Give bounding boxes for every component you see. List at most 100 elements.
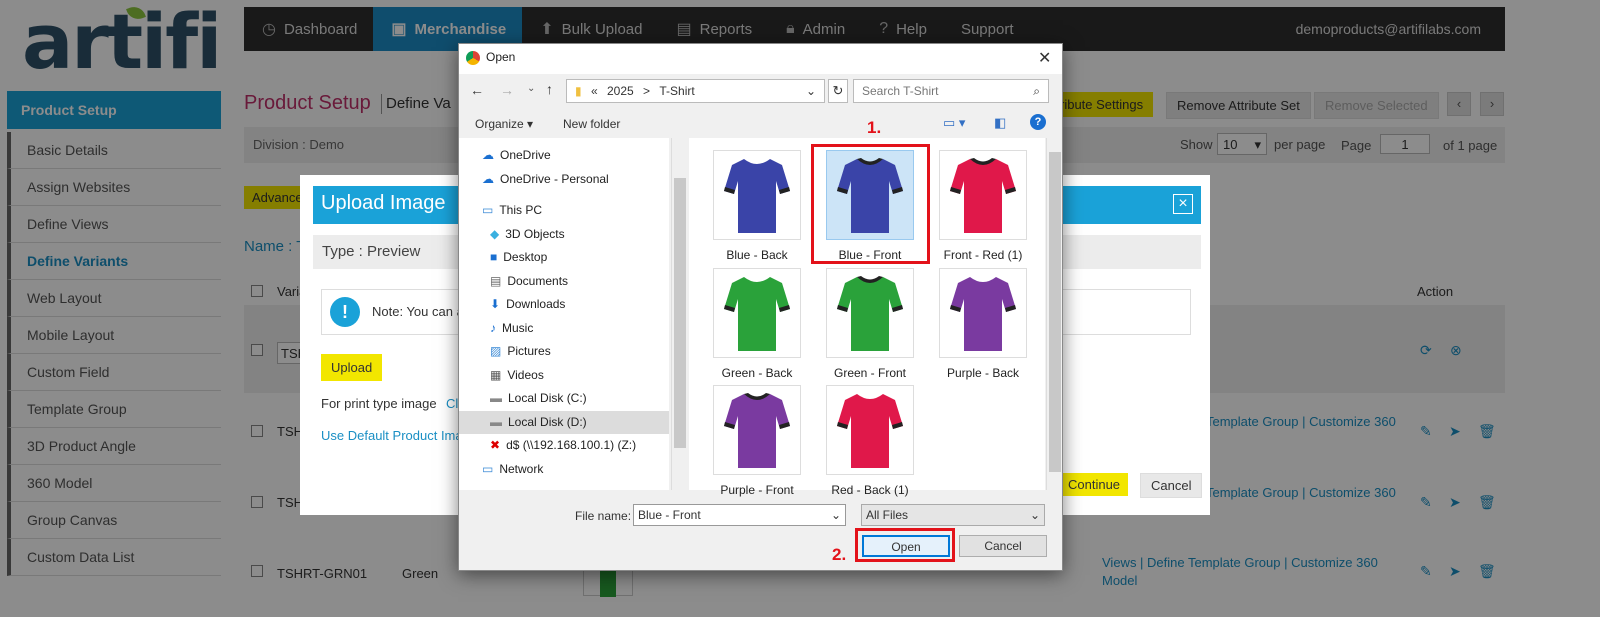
navigation-tree: ☁ OneDrive ☁ OneDrive - Personal ▭ This PC ◆ 3D… — [459, 138, 669, 490]
music-icon: ♪ — [490, 320, 496, 335]
modal-cancel-button[interactable]: Cancel — [1140, 473, 1203, 498]
breadcrumb-overflow[interactable]: « — [591, 84, 598, 98]
file-item[interactable]: Red - Back (1) — [814, 385, 926, 500]
search-icon: ⌕ — [1033, 84, 1040, 98]
tree-item[interactable]: ▤ Documents — [459, 270, 669, 294]
file-type-select[interactable]: All Files ⌄ — [861, 504, 1045, 526]
tree-item[interactable]: ▬ Local Disk (C:) — [459, 387, 669, 411]
tree-item[interactable]: ✖ d$ (\\192.168.100.1) (Z:) — [459, 434, 669, 458]
tree-item[interactable]: ▭ Network — [459, 458, 669, 482]
tshirt-thumbnail — [713, 268, 801, 358]
note-text: Note: You can a — [372, 304, 464, 319]
close-icon[interactable]: × — [1173, 194, 1193, 214]
tshirt-thumbnail — [713, 385, 801, 475]
organize-menu[interactable]: Organize ▾ — [475, 117, 533, 131]
tree-item[interactable]: ■ Desktop — [459, 246, 669, 270]
files-scrollbar[interactable] — [1046, 138, 1062, 490]
disk-icon: ▬ — [490, 414, 502, 429]
tree-item[interactable]: ♪ Music — [459, 317, 669, 341]
cube-icon: ◆ — [490, 226, 500, 241]
step1-highlight — [811, 144, 930, 264]
tree-item-label: Music — [502, 320, 534, 335]
network-drive-icon: ✖ — [490, 438, 501, 452]
recent-chevron-icon[interactable]: ⌄ — [527, 83, 535, 94]
file-item[interactable]: Front - Red (1) — [927, 150, 1039, 265]
file-name: Purple - Front — [720, 483, 794, 497]
tree-item[interactable]: ▨ Pictures — [459, 340, 669, 364]
file-item[interactable]: Green - Front — [814, 268, 926, 383]
tshirt-icon — [837, 394, 903, 468]
files-scroll-thumb[interactable] — [1049, 152, 1061, 472]
print-type-link[interactable]: Cl — [446, 396, 458, 411]
refresh-icon[interactable]: ↻ — [828, 79, 848, 103]
continue-button[interactable]: Continue — [1060, 473, 1129, 496]
file-type-value: All Files — [866, 508, 909, 522]
dialog-close-icon[interactable]: ✕ — [1038, 48, 1051, 68]
file-name: Front - Red (1) — [943, 248, 1023, 262]
new-folder-button[interactable]: New folder — [563, 117, 620, 131]
file-name: Green - Front — [833, 366, 907, 380]
tree-item-label: Downloads — [506, 297, 566, 311]
file-name: Red - Back (1) — [831, 483, 909, 497]
file-name: Purple - Back — [946, 366, 1020, 380]
file-item[interactable]: Purple - Front — [701, 385, 813, 500]
step2-highlight — [855, 528, 955, 562]
tree-item[interactable]: ☁ OneDrive - Personal — [459, 168, 669, 192]
tree-item[interactable]: ☁ OneDrive — [459, 144, 669, 168]
file-item[interactable]: Green - Back — [701, 268, 813, 383]
tshirt-icon — [724, 159, 790, 233]
use-default-image-link[interactable]: Use Default Product Ima — [321, 428, 463, 443]
chevron-down-icon: ⌄ — [1029, 508, 1040, 522]
filename-label: File name: — [575, 509, 632, 523]
breadcrumb-separator: > — [643, 84, 651, 98]
tshirt-thumbnail — [939, 268, 1027, 358]
address-bar[interactable]: ▮ « 2025 > T-Shirt ⌄ — [566, 79, 825, 103]
view-options-icon[interactable]: ▭ ▾ — [943, 115, 965, 131]
organize-label: Organize — [475, 117, 524, 131]
tree-item-label: OneDrive - Personal — [500, 171, 609, 186]
tshirt-thumbnail — [826, 268, 914, 358]
chrome-icon — [466, 51, 480, 65]
filename-input[interactable]: Blue - Front ⌄ — [633, 504, 846, 526]
file-item[interactable]: Purple - Back — [927, 268, 1039, 383]
video-icon: ▦ — [490, 367, 502, 382]
disk-icon: ▬ — [490, 391, 502, 405]
caret-down-icon: ▾ — [527, 117, 534, 131]
back-icon[interactable]: ← — [470, 82, 484, 98]
dialog-cancel-button[interactable]: Cancel — [959, 535, 1047, 557]
tree-item-label: d$ (\\192.168.100.1) (Z:) — [506, 438, 637, 452]
tree-item[interactable]: ⬇ Downloads — [459, 293, 669, 317]
filename-value: Blue - Front — [638, 508, 701, 522]
upload-button[interactable]: Upload — [321, 354, 383, 381]
chevron-down-icon[interactable]: ⌄ — [831, 508, 841, 522]
preview-pane-icon[interactable]: ◧ — [994, 115, 1006, 131]
tree-item-label: Pictures — [507, 344, 551, 358]
step2-label: 2. — [832, 545, 847, 564]
folder-icon: ▮ — [575, 84, 582, 98]
help-icon[interactable]: ? — [1030, 114, 1046, 130]
search-input[interactable]: Search T-Shirt ⌕ — [853, 79, 1049, 103]
tshirt-icon — [837, 276, 903, 351]
tree-scroll-thumb[interactable] — [674, 178, 686, 448]
tree-item[interactable]: ▬ Local Disk (D:) — [459, 410, 669, 434]
forward-icon[interactable]: → — [500, 82, 514, 98]
tshirt-icon — [950, 158, 1016, 233]
up-icon[interactable]: ↑ — [546, 81, 553, 97]
search-placeholder: Search T-Shirt — [862, 84, 939, 98]
breadcrumb-tshirt[interactable]: T-Shirt — [659, 84, 694, 98]
tshirt-icon — [724, 277, 790, 351]
tree-item-label: Network — [499, 461, 544, 476]
file-item[interactable]: Blue - Back — [701, 150, 813, 265]
breadcrumb-2025[interactable]: 2025 — [607, 84, 634, 98]
tshirt-thumbnail — [713, 150, 801, 240]
tree-scrollbar[interactable] — [671, 138, 687, 490]
desktop-icon: ■ — [490, 250, 498, 264]
tree-item-label: Videos — [507, 367, 544, 382]
file-name: Blue - Back — [726, 248, 788, 262]
tree-item[interactable]: ▦ Videos — [459, 364, 669, 388]
tree-item[interactable]: ▭ This PC — [459, 199, 669, 223]
computer-icon: ▭ — [482, 203, 494, 217]
chevron-down-icon[interactable]: ⌄ — [806, 84, 816, 98]
tree-item-label: 3D Objects — [505, 226, 565, 241]
tree-item[interactable]: ◆ 3D Objects — [459, 223, 669, 247]
